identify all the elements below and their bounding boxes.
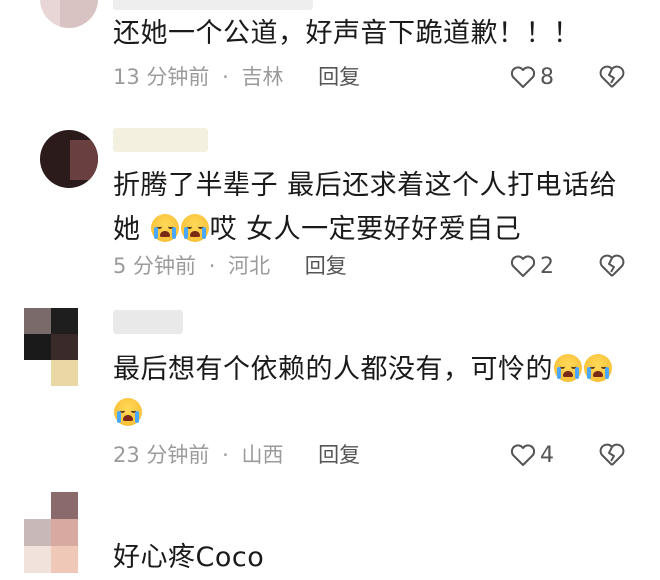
broken-heart-icon	[599, 254, 625, 277]
comment-item: 折腾了半辈子 最后还求着这个人打电话给 她 哎 女人一定要好好爱自己 5 分钟前…	[0, 110, 660, 300]
comment-location: 山西	[241, 443, 284, 467]
comment-time: 23 分钟前	[113, 443, 210, 467]
comment-location: 河北	[228, 254, 271, 278]
avatar[interactable]	[24, 308, 78, 386]
comment-text-line: 哎 女人一定要好好爱自己	[209, 214, 522, 245]
like-button[interactable]: 8	[510, 62, 554, 92]
reply-button[interactable]: 回复	[318, 443, 360, 467]
comment-location: 吉林	[241, 65, 284, 89]
reply-button[interactable]: 回复	[305, 254, 347, 278]
dislike-button[interactable]	[598, 64, 626, 90]
comment-item: 还她一个公道，好声音下跪道歉！！！ 13 分钟前 · 吉林 回复 8	[0, 0, 660, 110]
comment-text: 折腾了半辈子 最后还求着这个人打电话给 她 哎 女人一定要好好爱自己	[113, 164, 633, 252]
broken-heart-icon	[599, 65, 625, 88]
like-button[interactable]: 4	[510, 440, 554, 470]
comment-item: 最后想有个依赖的人都没有，可怜的 23 分钟前 · 山西 回复 4	[0, 300, 660, 480]
meta-separator: ·	[208, 254, 216, 278]
meta-separator: ·	[222, 65, 229, 89]
comment-time: 5 分钟前	[113, 254, 197, 278]
comment-meta: 13 分钟前 · 吉林 回复	[113, 62, 360, 92]
like-count: 4	[540, 442, 554, 468]
comment-text: 好心疼Coco	[113, 542, 265, 573]
heart-outline-icon	[510, 66, 536, 88]
comment-text: 还她一个公道，好声音下跪道歉！！！	[113, 18, 581, 49]
username[interactable]	[113, 310, 183, 334]
comment-text-line: 最后想有个依赖的人都没有，可怜的	[113, 354, 553, 385]
crying-face-emoji	[150, 214, 179, 242]
crying-face-emoji	[114, 398, 142, 426]
username[interactable]	[113, 128, 208, 152]
like-button[interactable]: 2	[510, 251, 554, 281]
crying-face-emoji	[554, 354, 582, 382]
comment-meta: 23 分钟前 · 山西 回复	[113, 440, 360, 470]
username[interactable]	[113, 0, 313, 10]
dislike-button[interactable]	[598, 442, 626, 468]
avatar[interactable]	[40, 130, 98, 188]
reply-button[interactable]: 回复	[318, 65, 360, 89]
avatar[interactable]	[24, 492, 78, 573]
crying-face-emoji	[584, 354, 612, 382]
comment-time: 13 分钟前	[113, 65, 210, 89]
like-count: 2	[540, 253, 554, 279]
comment-meta: 5 分钟前 · 河北 回复	[113, 251, 347, 281]
heart-outline-icon	[510, 444, 536, 466]
dislike-button[interactable]	[598, 253, 626, 279]
comment-item: 好心疼Coco	[0, 480, 660, 573]
broken-heart-icon	[599, 443, 625, 466]
crying-face-emoji	[180, 214, 209, 242]
comment-text-line: 她	[113, 214, 150, 245]
heart-outline-icon	[510, 255, 536, 277]
like-count: 8	[540, 64, 554, 90]
avatar[interactable]	[40, 0, 98, 28]
meta-separator: ·	[222, 443, 229, 467]
comment-text-line: 折腾了半辈子 最后还求着这个人打电话给	[113, 170, 618, 201]
comment-text: 最后想有个依赖的人都没有，可怜的	[113, 348, 633, 436]
